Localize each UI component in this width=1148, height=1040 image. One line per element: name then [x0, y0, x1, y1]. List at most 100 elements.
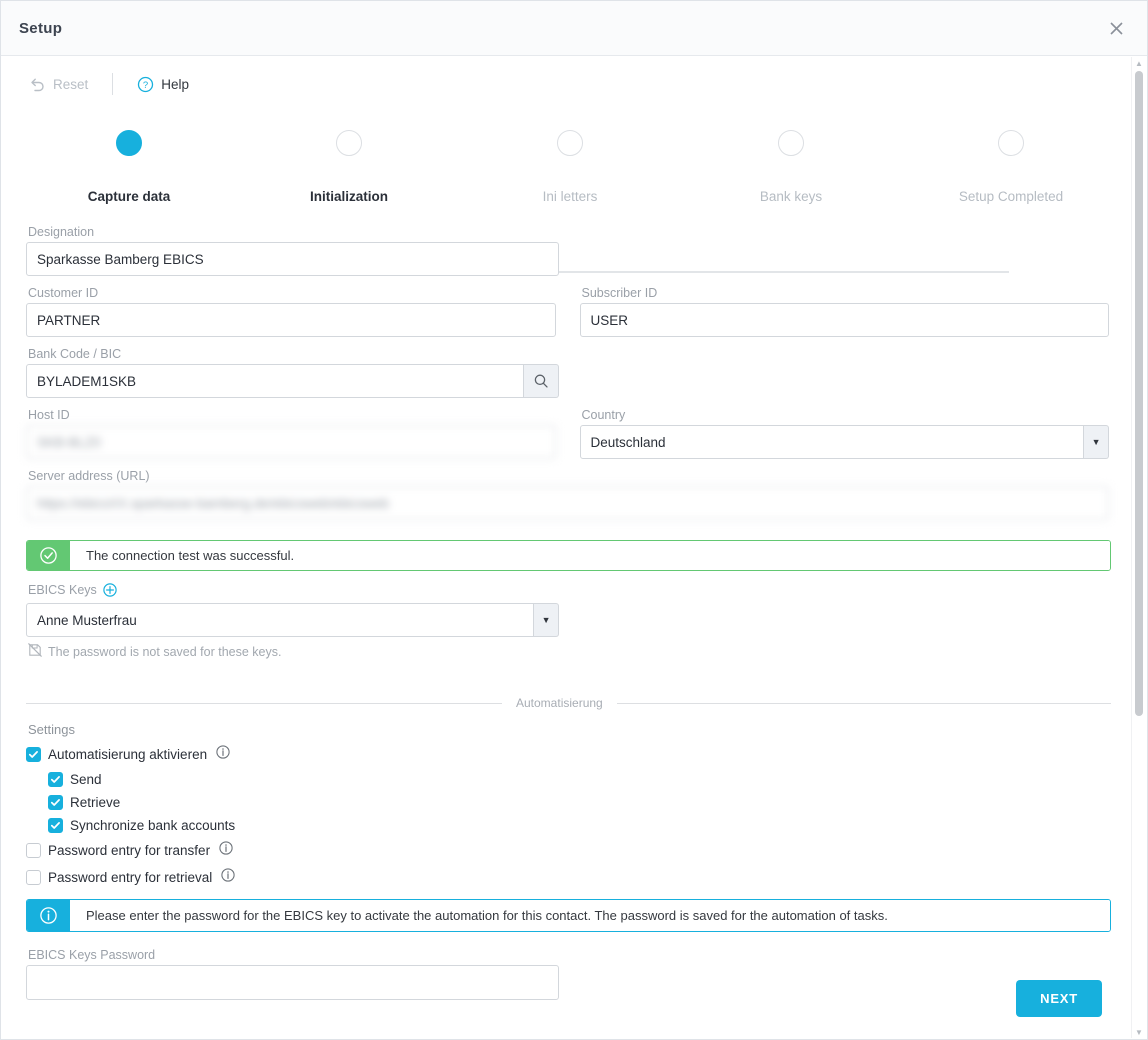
checkbox-label-3: Retrieve — [70, 795, 121, 810]
ebics-keys-label-text: EBICS Keys — [28, 583, 97, 597]
row-designation: Designation Sparkasse Bamberg EBICS — [26, 225, 1109, 286]
row-ebics-keys: EBICS Keys Anne Musterfrau ▼ The passwor… — [26, 583, 1109, 670]
checkbox-retrieve[interactable]: Retrieve — [48, 795, 1109, 810]
checkbox-box-3[interactable] — [48, 795, 63, 810]
checkbox-box-2[interactable] — [48, 772, 63, 787]
divider-caption: Automatisierung — [516, 696, 603, 710]
dialog-footer: NEXT — [1016, 980, 1102, 1017]
step-dot-2[interactable] — [336, 130, 362, 156]
scrollbar-thumb[interactable] — [1135, 71, 1143, 716]
ebics-keys-select[interactable]: Anne Musterfrau ▼ — [26, 603, 559, 637]
field-country: Country Deutschland ▼ — [579, 408, 1109, 459]
step-label-1: Capture data — [87, 189, 171, 204]
info-circle-icon — [27, 900, 69, 931]
field-ebics-keys: EBICS Keys Anne Musterfrau ▼ The passwor… — [26, 583, 559, 660]
field-host-id: Host ID SKB-BLZ0 — [26, 408, 556, 459]
setup-form: Designation Sparkasse Bamberg EBICS Cust… — [1, 225, 1147, 1010]
step-bank-keys[interactable]: Bank keys — [691, 130, 891, 204]
chevron-down-icon-keys[interactable]: ▼ — [534, 603, 559, 637]
bank-code-group: BYLADEM1SKB — [26, 364, 559, 398]
field-customer-id: Customer ID PARTNER — [26, 286, 556, 337]
step-dot-3[interactable] — [557, 130, 583, 156]
add-key-icon[interactable] — [103, 583, 117, 600]
checkbox-password-entry-retrieval[interactable]: Password entry for retrieval — [26, 868, 1109, 887]
save-disabled-icon — [28, 643, 42, 660]
country-select[interactable]: Deutschland ▼ — [579, 425, 1109, 459]
close-glyph — [1109, 21, 1123, 35]
step-initialization[interactable]: Initialization — [249, 130, 449, 204]
dialog-toolbar: Reset ? Help — [1, 56, 1147, 112]
settings-title: Settings — [28, 722, 75, 737]
checkbox-box-6[interactable] — [26, 870, 41, 885]
divider-line-left — [26, 702, 502, 704]
step-label-4: Bank keys — [759, 189, 823, 204]
step-label-2: Initialization — [309, 189, 388, 204]
field-ebics-password: EBICS Keys Password — [26, 948, 559, 1000]
help-circle-icon: ? — [137, 76, 154, 93]
connection-success-alert: The connection test was successful. — [26, 540, 1111, 571]
ebics-password-input[interactable] — [26, 965, 559, 1000]
subscriber-id-input[interactable]: USER — [579, 303, 1109, 337]
chevron-down-icon[interactable]: ▼ — [1084, 425, 1109, 459]
row-bank-code: Bank Code / BIC BYLADEM1SKB — [26, 347, 1109, 408]
country-value[interactable]: Deutschland — [579, 425, 1085, 459]
step-label-5: Setup Completed — [958, 189, 1064, 204]
checkbox-synchronize-bank-accounts[interactable]: Synchronize bank accounts — [48, 818, 1109, 833]
help-button[interactable]: ? Help — [129, 72, 197, 97]
connection-success-text: The connection test was successful. — [69, 541, 1110, 570]
field-designation: Designation Sparkasse Bamberg EBICS — [26, 225, 559, 276]
check-circle-icon — [27, 541, 69, 570]
bank-code-label: Bank Code / BIC — [28, 347, 122, 361]
step-setup-completed[interactable]: Setup Completed — [911, 130, 1111, 204]
subscriber-id-label: Subscriber ID — [581, 286, 658, 300]
country-label: Country — [581, 408, 626, 422]
host-id-input[interactable]: SKB-BLZ0 — [26, 425, 556, 459]
checkbox-box-4[interactable] — [48, 818, 63, 833]
info-icon-1[interactable] — [216, 745, 230, 764]
next-button[interactable]: NEXT — [1016, 980, 1102, 1017]
password-not-saved-text: The password is not saved for these keys… — [48, 644, 282, 659]
step-dot-1[interactable] — [116, 130, 142, 156]
scroll-up-arrow-icon[interactable]: ▲ — [1132, 57, 1146, 69]
check-icon — [50, 799, 60, 806]
step-dot-5[interactable] — [998, 130, 1024, 156]
check-icon — [50, 776, 60, 783]
step-dot-4[interactable] — [778, 130, 804, 156]
setup-dialog: Setup Reset ? Help Capture data Initiali… — [0, 0, 1148, 1040]
checkbox-label-1: Automatisierung aktivieren — [48, 747, 208, 762]
automation-divider: Automatisierung — [26, 696, 1111, 710]
checkbox-password-entry-transfer[interactable]: Password entry for transfer — [26, 841, 1109, 860]
checkbox-send[interactable]: Send — [48, 772, 1109, 787]
info-icon-5[interactable] — [219, 841, 233, 860]
field-bank-code: Bank Code / BIC BYLADEM1SKB — [26, 347, 559, 398]
scroll-down-arrow-icon[interactable]: ▼ — [1132, 1026, 1146, 1038]
close-icon[interactable] — [1099, 11, 1133, 45]
vertical-scrollbar[interactable]: ▲ ▼ — [1131, 57, 1146, 1038]
server-url-input[interactable]: https://ebicsXX.sparkasse-bamberg.de/ebi… — [26, 486, 1109, 520]
step-capture-data[interactable]: Capture data — [29, 130, 229, 204]
help-label: Help — [161, 76, 190, 92]
bank-code-search-button[interactable] — [523, 364, 559, 398]
step-label-3: Ini letters — [542, 189, 598, 204]
automation-info-alert: Please enter the password for the EBICS … — [26, 899, 1111, 932]
toolbar-separator — [112, 73, 114, 95]
checkbox-automatisierung-aktivieren[interactable]: Automatisierung aktivieren — [26, 745, 1109, 764]
server-url-label: Server address (URL) — [28, 469, 150, 483]
check-icon — [50, 822, 60, 829]
checkbox-box-5[interactable] — [26, 843, 41, 858]
designation-input[interactable]: Sparkasse Bamberg EBICS — [26, 242, 559, 276]
row-server-url: Server address (URL) https://ebicsXX.spa… — [26, 469, 1109, 530]
checkbox-label-5: Password entry for transfer — [48, 843, 211, 858]
bank-code-input[interactable]: BYLADEM1SKB — [26, 364, 524, 398]
reset-button[interactable]: Reset — [21, 72, 96, 97]
step-ini-letters[interactable]: Ini letters — [470, 130, 670, 204]
search-icon — [534, 374, 548, 388]
customer-id-label: Customer ID — [28, 286, 99, 300]
check-icon — [28, 751, 38, 758]
customer-id-input[interactable]: PARTNER — [26, 303, 556, 337]
checkbox-label-6: Password entry for retrieval — [48, 870, 213, 885]
checkbox-box-1[interactable] — [26, 747, 41, 762]
info-icon-6[interactable] — [221, 868, 235, 887]
divider-line-right — [616, 702, 1111, 704]
ebics-keys-value[interactable]: Anne Musterfrau — [26, 603, 535, 637]
